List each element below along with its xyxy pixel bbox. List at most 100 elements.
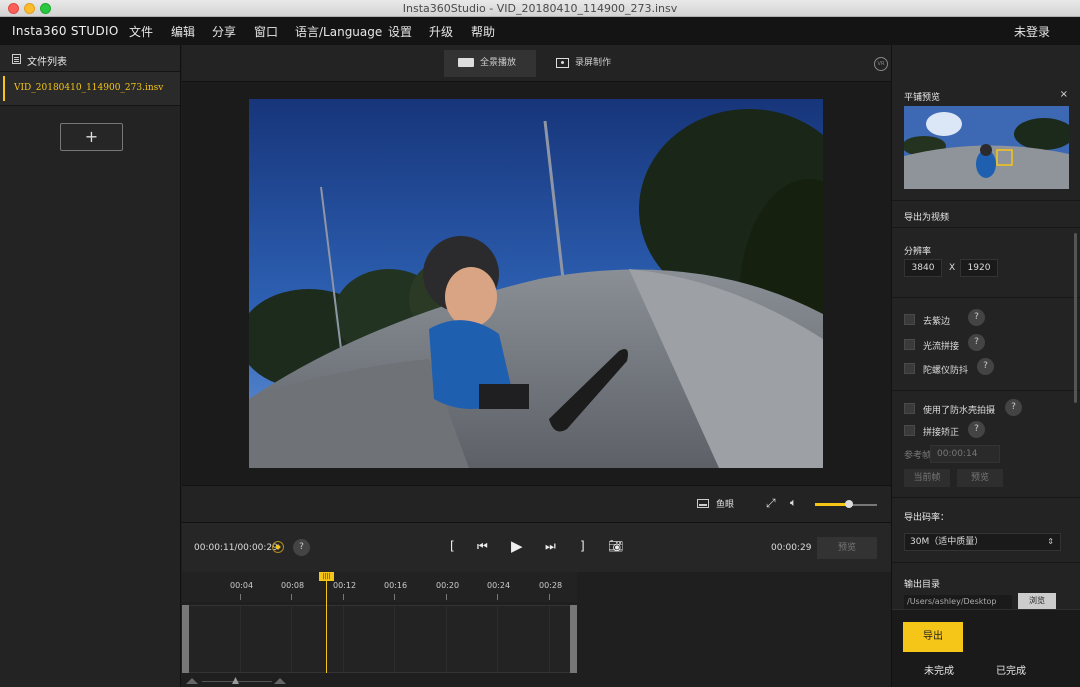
waterproof-help-icon[interactable]: ?: [1005, 399, 1022, 416]
step-back-icon[interactable]: ⏮︎: [477, 539, 488, 554]
playhead[interactable]: [326, 572, 327, 673]
track-gridline: [240, 606, 241, 672]
waterproof-label: 使用了防水壳拍摄: [923, 406, 996, 416]
tiled-preview-thumbnail[interactable]: [904, 106, 1069, 189]
defringe-help-icon[interactable]: ?: [968, 309, 985, 326]
tab-panorama-play[interactable]: 全景播放: [444, 50, 536, 77]
login-link[interactable]: 未登录: [1014, 23, 1050, 40]
tick-mark: [291, 594, 292, 600]
waterproof-checkbox[interactable]: [904, 403, 915, 414]
fullscreen-icon[interactable]: ⤢: [766, 496, 776, 511]
video-viewport[interactable]: [182, 83, 891, 485]
tick-label: 00:28: [539, 581, 563, 590]
tick-label: 00:12: [333, 581, 357, 590]
menu-window[interactable]: 窗口: [254, 23, 278, 40]
tiled-preview-title: 平铺预览: [904, 93, 941, 103]
export-video-section: 导出为视频: [892, 201, 1080, 228]
file-name: VID_20180410_114900_273.insv: [14, 83, 164, 93]
zoom-in-icon[interactable]: [274, 678, 286, 684]
menu-edit[interactable]: 编辑: [171, 23, 195, 40]
bitrate-select[interactable]: 30M（适中质量） ⇕: [904, 533, 1061, 551]
volume-icon[interactable]: 🔈︎: [790, 496, 797, 510]
output-path-input[interactable]: /Users/ashley/Desktop: [904, 595, 1012, 609]
output-dir-label: 输出目录: [904, 580, 941, 590]
export-video-title: 导出为视频: [904, 213, 950, 223]
total-time: 00:00:29: [771, 543, 812, 553]
add-file-button[interactable]: +: [60, 123, 123, 151]
skatepark-video-image: [249, 99, 823, 468]
mark-out-button[interactable]: ]: [580, 539, 585, 553]
trim-start-handle[interactable]: [182, 605, 189, 673]
optical-flow-checkbox[interactable]: [904, 339, 915, 350]
file-list-icon: [12, 54, 21, 64]
stitch-correction-checkbox[interactable]: [904, 425, 915, 436]
timeline-zoom[interactable]: [182, 675, 292, 687]
tick-mark: [446, 594, 447, 600]
optical-flow-help-icon[interactable]: ?: [968, 334, 985, 351]
tick-mark: [240, 594, 241, 600]
tick-mark: [497, 594, 498, 600]
defringe-checkbox[interactable]: [904, 314, 915, 325]
tick-label: 00:20: [436, 581, 460, 590]
timeline-ruler[interactable]: 00:04 00:08 00:12 00:16 00:20 00:24 00:2…: [182, 572, 577, 602]
timeline[interactable]: 00:04 00:08 00:12 00:16 00:20 00:24 00:2…: [182, 572, 891, 687]
playback-help-icon[interactable]: ?: [293, 539, 310, 556]
tab-record-label: 录屏制作: [575, 58, 612, 68]
resolution-height-input[interactable]: 1920: [960, 259, 998, 277]
tick-mark: [549, 594, 550, 600]
current-time: 00:00:11/00:00:29: [194, 543, 278, 553]
fisheye-icon[interactable]: [697, 499, 709, 508]
reference-preview-button[interactable]: 预览: [957, 469, 1003, 487]
menu-file[interactable]: 文件: [129, 23, 153, 40]
play-icon[interactable]: ▶︎: [511, 537, 523, 555]
tab-screen-record[interactable]: 录屏制作: [542, 50, 634, 77]
playhead-handle[interactable]: ||||: [319, 572, 334, 581]
gyro-checkbox[interactable]: [904, 363, 915, 374]
menu-upgrade[interactable]: 升级: [429, 23, 453, 40]
title-bar: Insta360Studio - VID_20180410_114900_273…: [0, 0, 1080, 17]
video-track[interactable]: [182, 605, 577, 673]
mark-in-button[interactable]: [: [450, 539, 455, 553]
camera-icon[interactable]: 📷︎: [608, 539, 623, 553]
center-workspace: 全景播放 录屏制作 VR 鱼眼 ⤢ 🔈︎ 00:00:11/00:00:29 ?…: [182, 45, 891, 687]
track-gridline: [394, 606, 395, 672]
panel-scrollbar[interactable]: [1074, 233, 1077, 403]
track-gridline: [291, 606, 292, 672]
resolution-width-input[interactable]: 3840: [904, 259, 942, 277]
close-icon[interactable]: ×: [1060, 89, 1068, 100]
tick-label: 00:04: [230, 581, 254, 590]
browse-button[interactable]: 浏览: [1018, 593, 1056, 609]
keyframe-icon[interactable]: [272, 541, 284, 553]
zoom-out-icon[interactable]: [186, 678, 198, 684]
reference-frame-input[interactable]: 00:00:14: [930, 445, 1000, 463]
menu-language[interactable]: 语言/Language: [295, 23, 382, 40]
menu-settings[interactable]: 设置: [388, 23, 412, 40]
track-gridline: [343, 606, 344, 672]
gyro-help-icon[interactable]: ?: [977, 358, 994, 375]
tab-incomplete[interactable]: 未完成: [924, 662, 954, 677]
step-forward-icon[interactable]: ⏭︎: [545, 539, 556, 554]
video-frame[interactable]: [249, 99, 823, 468]
vr-mode-icon[interactable]: VR: [874, 57, 888, 71]
export-button[interactable]: 导出: [903, 622, 963, 652]
file-list-title: 文件列表: [27, 57, 67, 68]
trim-end-handle[interactable]: [570, 605, 577, 673]
bitrate-section: 导出码率：: [892, 498, 1080, 563]
tick-label: 00:08: [281, 581, 305, 590]
tab-complete[interactable]: 已完成: [996, 662, 1026, 677]
defringe-label: 去紫边: [923, 317, 951, 327]
stitch-correction-help-icon[interactable]: ?: [968, 421, 985, 438]
file-item[interactable]: VID_20180410_114900_273.insv: [0, 72, 180, 106]
menu-share[interactable]: 分享: [212, 23, 236, 40]
panorama-thumbnail-image: [904, 106, 1069, 189]
video-controls-bar: 鱼眼 ⤢ 🔈︎: [182, 485, 891, 522]
tick-label: 00:16: [384, 581, 408, 590]
fisheye-label[interactable]: 鱼眼: [716, 497, 734, 510]
track-gridline: [497, 606, 498, 672]
volume-slider-handle[interactable]: [845, 500, 854, 508]
menu-help[interactable]: 帮助: [471, 23, 495, 40]
current-frame-button[interactable]: 当前帧: [904, 469, 950, 487]
preview-button[interactable]: 预览: [817, 537, 877, 559]
stitch-correction-label: 拼接矫正: [923, 428, 960, 438]
gyro-label: 陀螺仪防抖: [923, 366, 969, 376]
